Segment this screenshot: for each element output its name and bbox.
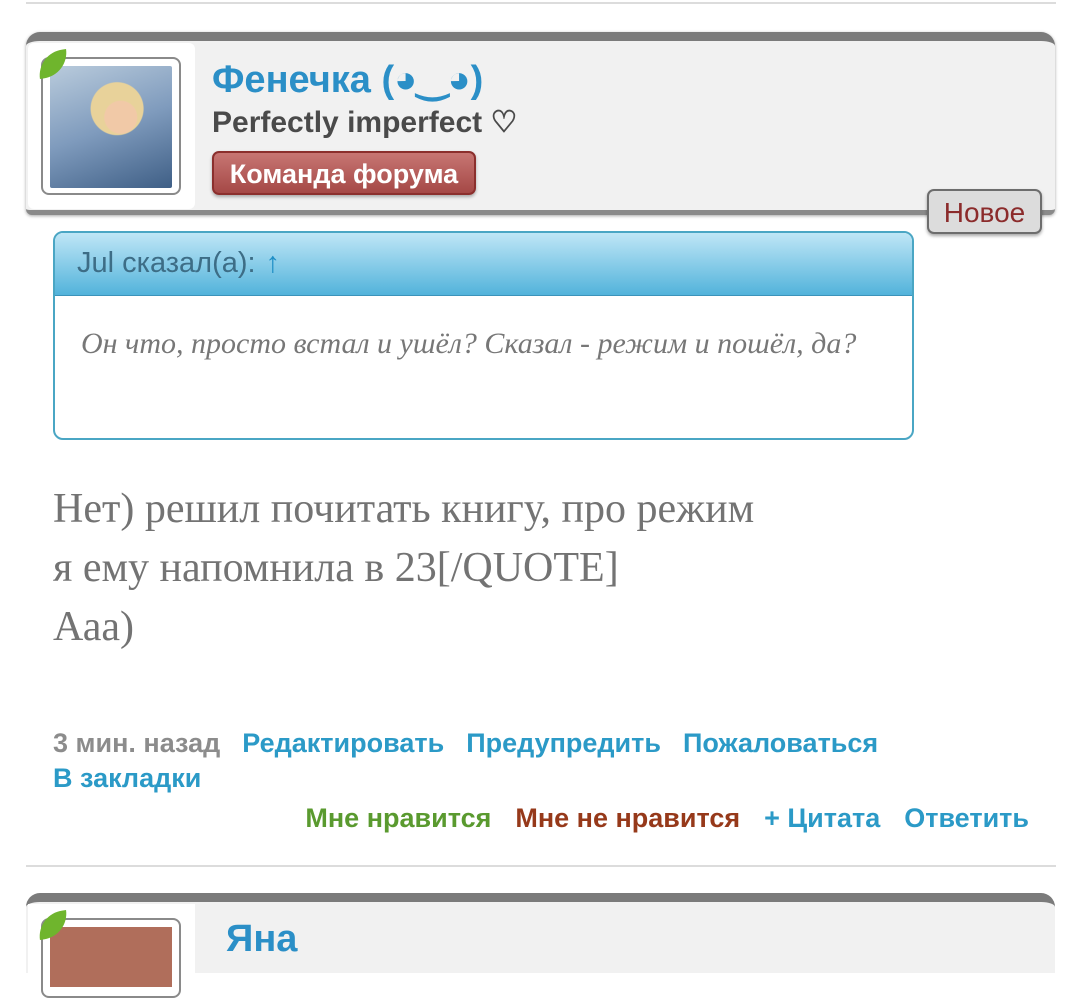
- post-actions: Мне нравится Мне не нравится + Цитата Ответ…: [281, 803, 1029, 834]
- quote-link[interactable]: + Цитата: [764, 803, 880, 833]
- post-body-line: Нет) решил почитать книгу, про режим: [53, 486, 755, 532]
- dislike-link[interactable]: Мне не нравится: [515, 803, 740, 833]
- quote-author: Jul сказал(а):: [77, 247, 256, 279]
- user-status: Perfectly imperfect ♡: [212, 106, 518, 139]
- reply-link[interactable]: Ответить: [904, 803, 1029, 833]
- avatar-frame: [41, 57, 181, 195]
- post-divider: [26, 865, 1056, 867]
- role-badge: Команда форума: [212, 151, 476, 195]
- post-body: Нет) решил почитать книгу, про режим я е…: [53, 480, 953, 657]
- quote-text: Он что, просто встал и ушёл? Сказал - ре…: [81, 327, 857, 360]
- post-meta: 3 мин. назад Редактировать Предупредить Пож…: [53, 728, 1043, 794]
- warn-link[interactable]: Предупредить: [466, 728, 661, 758]
- post-body-line: я ему напомнила в 23[/QUOTE]: [53, 545, 619, 591]
- next-username-link[interactable]: Яна: [226, 918, 297, 961]
- top-divider: [26, 2, 1056, 4]
- quote-block: Jul сказал(а): ↑ Он что, просто встал и у…: [53, 231, 914, 440]
- next-avatar-frame: [41, 918, 181, 998]
- post-header: Фенечка (◕‿◕) Perfectly imperfect ♡ Кома…: [26, 32, 1055, 215]
- avatar[interactable]: [50, 66, 172, 188]
- edit-link[interactable]: Редактировать: [242, 728, 444, 758]
- arrow-up-icon[interactable]: ↑: [266, 247, 281, 279]
- post-timestamp: 3 мин. назад: [53, 728, 221, 758]
- next-post-header: Яна: [26, 893, 1055, 998]
- like-link[interactable]: Мне нравится: [305, 803, 491, 833]
- next-avatar[interactable]: [50, 927, 172, 987]
- report-link[interactable]: Пожаловаться: [683, 728, 878, 758]
- next-avatar-card[interactable]: [28, 904, 195, 998]
- username-link[interactable]: Фенечка (◕‿◕): [212, 57, 483, 102]
- post-body-line: Ааа): [53, 604, 135, 650]
- bookmark-link[interactable]: В закладки: [53, 763, 1043, 794]
- avatar-card[interactable]: [28, 43, 195, 209]
- new-badge: Новое: [927, 189, 1042, 234]
- quote-header: Jul сказал(а): ↑: [55, 233, 912, 296]
